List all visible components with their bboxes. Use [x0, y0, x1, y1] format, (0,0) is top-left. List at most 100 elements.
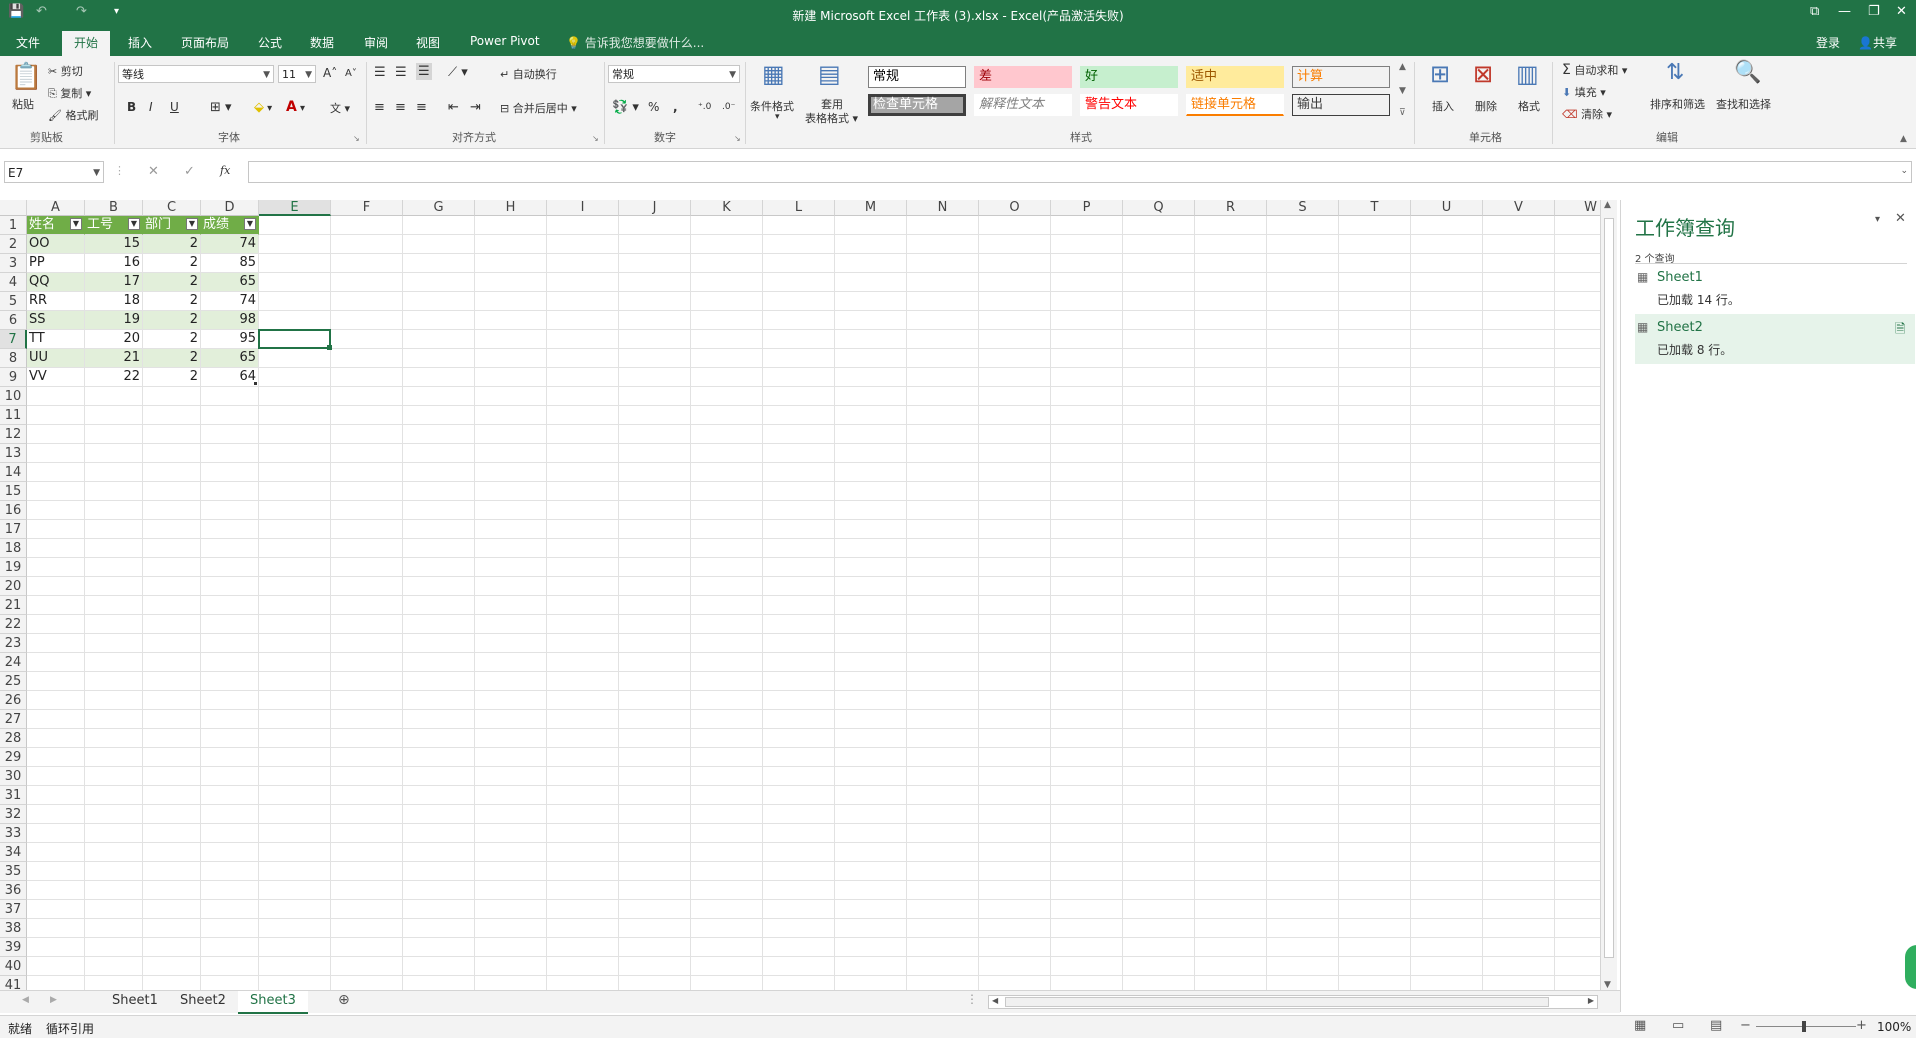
- grid-cell[interactable]: [691, 520, 763, 539]
- next-sheet-icon[interactable]: ▶: [50, 995, 57, 1005]
- grid-cell[interactable]: [1123, 406, 1195, 425]
- grid-cell[interactable]: [27, 691, 85, 710]
- grid-cell[interactable]: [201, 786, 259, 805]
- grid-cell[interactable]: [1339, 805, 1411, 824]
- grid-cell[interactable]: [403, 710, 475, 729]
- grid-cell[interactable]: [907, 368, 979, 387]
- grid-cell[interactable]: [143, 748, 201, 767]
- close-icon[interactable]: ✕: [1896, 4, 1907, 19]
- grid-cell[interactable]: [1555, 463, 1600, 482]
- grid-cell[interactable]: [1483, 938, 1555, 957]
- grid-cell[interactable]: [1555, 444, 1600, 463]
- grid-cell[interactable]: [1267, 254, 1339, 273]
- grid-cell[interactable]: [907, 938, 979, 957]
- grid-cell[interactable]: [1195, 501, 1267, 520]
- grid-cell[interactable]: [403, 254, 475, 273]
- grid-cell[interactable]: [1267, 292, 1339, 311]
- cut-button[interactable]: ✂ 剪切: [48, 63, 83, 79]
- grid-cell[interactable]: [331, 748, 403, 767]
- row-header[interactable]: 21: [0, 596, 27, 615]
- grid-cell[interactable]: [1123, 957, 1195, 976]
- table-cell[interactable]: 2: [143, 292, 201, 311]
- grid-cell[interactable]: [1411, 748, 1483, 767]
- table-format-button[interactable]: 表格格式 ▾: [805, 110, 858, 126]
- grid-cell[interactable]: [619, 881, 691, 900]
- grid-cell[interactable]: [475, 501, 547, 520]
- cell-style-10[interactable]: 输出: [1292, 94, 1390, 116]
- grid-cell[interactable]: [259, 596, 331, 615]
- grid-cell[interactable]: [1195, 824, 1267, 843]
- grid-cell[interactable]: [763, 292, 835, 311]
- delete-cells-button[interactable]: 删除: [1475, 98, 1497, 114]
- grid-cell[interactable]: [259, 235, 331, 254]
- grid-cell[interactable]: [979, 938, 1051, 957]
- grid-cell[interactable]: [547, 710, 619, 729]
- grid-cell[interactable]: [403, 615, 475, 634]
- grid-cell[interactable]: [1123, 634, 1195, 653]
- grid-cell[interactable]: [547, 881, 619, 900]
- scroll-thumb[interactable]: [1005, 997, 1549, 1007]
- insert-cells-icon[interactable]: ⊞: [1430, 60, 1450, 88]
- column-header-q[interactable]: Q: [1123, 200, 1195, 216]
- row-header[interactable]: 27: [0, 710, 27, 729]
- column-header-v[interactable]: V: [1483, 200, 1555, 216]
- grid-cell[interactable]: [835, 976, 907, 990]
- grid-cell[interactable]: [259, 425, 331, 444]
- table-cell[interactable]: 15: [85, 235, 143, 254]
- grid-cell[interactable]: [143, 596, 201, 615]
- grid-cell[interactable]: [907, 463, 979, 482]
- table-cell[interactable]: QQ: [27, 273, 85, 292]
- column-header-g[interactable]: G: [403, 200, 475, 216]
- row-header[interactable]: 39: [0, 938, 27, 957]
- grid-cell[interactable]: [1339, 444, 1411, 463]
- grid-cell[interactable]: [907, 729, 979, 748]
- grid-cell[interactable]: [85, 387, 143, 406]
- grid-cell[interactable]: [763, 748, 835, 767]
- grid-cell[interactable]: [259, 482, 331, 501]
- grid-cell[interactable]: [691, 957, 763, 976]
- grid-cell[interactable]: [259, 767, 331, 786]
- row-header[interactable]: 33: [0, 824, 27, 843]
- grid-cell[interactable]: [1195, 900, 1267, 919]
- grid-cell[interactable]: [1339, 938, 1411, 957]
- grid-cell[interactable]: [403, 729, 475, 748]
- grid-cell[interactable]: [1483, 900, 1555, 919]
- grid-cell[interactable]: [475, 444, 547, 463]
- grid-cell[interactable]: [907, 558, 979, 577]
- grid-cell[interactable]: [1555, 881, 1600, 900]
- cell-style-1[interactable]: 常规: [868, 66, 966, 88]
- grid-cell[interactable]: [143, 520, 201, 539]
- grid-cell[interactable]: [259, 957, 331, 976]
- grid-cell[interactable]: [619, 254, 691, 273]
- grid-cell[interactable]: [979, 577, 1051, 596]
- grid-cell[interactable]: [835, 425, 907, 444]
- grid-cell[interactable]: [1123, 368, 1195, 387]
- formula-input[interactable]: ⌄: [248, 161, 1912, 183]
- grid-cell[interactable]: [1483, 463, 1555, 482]
- grid-cell[interactable]: [1555, 501, 1600, 520]
- wrap-text-button[interactable]: ↵ 自动换行: [500, 66, 557, 82]
- grid-cell[interactable]: [979, 748, 1051, 767]
- grid-cell[interactable]: [1555, 292, 1600, 311]
- grid-cell[interactable]: [547, 691, 619, 710]
- row-header[interactable]: 13: [0, 444, 27, 463]
- align-left-icon[interactable]: ≡: [374, 100, 385, 115]
- grid-cell[interactable]: [835, 634, 907, 653]
- grid-cell[interactable]: [763, 387, 835, 406]
- grid-cell[interactable]: [1483, 387, 1555, 406]
- grid-cell[interactable]: [1123, 710, 1195, 729]
- tab-view[interactable]: 视图: [416, 34, 440, 51]
- grid-cell[interactable]: [1123, 824, 1195, 843]
- grid-cell[interactable]: [1411, 634, 1483, 653]
- grid-cell[interactable]: [763, 463, 835, 482]
- grid-cell[interactable]: [1267, 672, 1339, 691]
- grid-cell[interactable]: [1411, 653, 1483, 672]
- grid-cell[interactable]: [547, 311, 619, 330]
- grid-cell[interactable]: [619, 425, 691, 444]
- grid-cell[interactable]: [1339, 501, 1411, 520]
- row-header[interactable]: 24: [0, 653, 27, 672]
- grid-cell[interactable]: [27, 729, 85, 748]
- grid-cell[interactable]: [907, 976, 979, 990]
- borders-icon[interactable]: ⊞ ▾: [210, 100, 232, 115]
- grid-cell[interactable]: [475, 653, 547, 672]
